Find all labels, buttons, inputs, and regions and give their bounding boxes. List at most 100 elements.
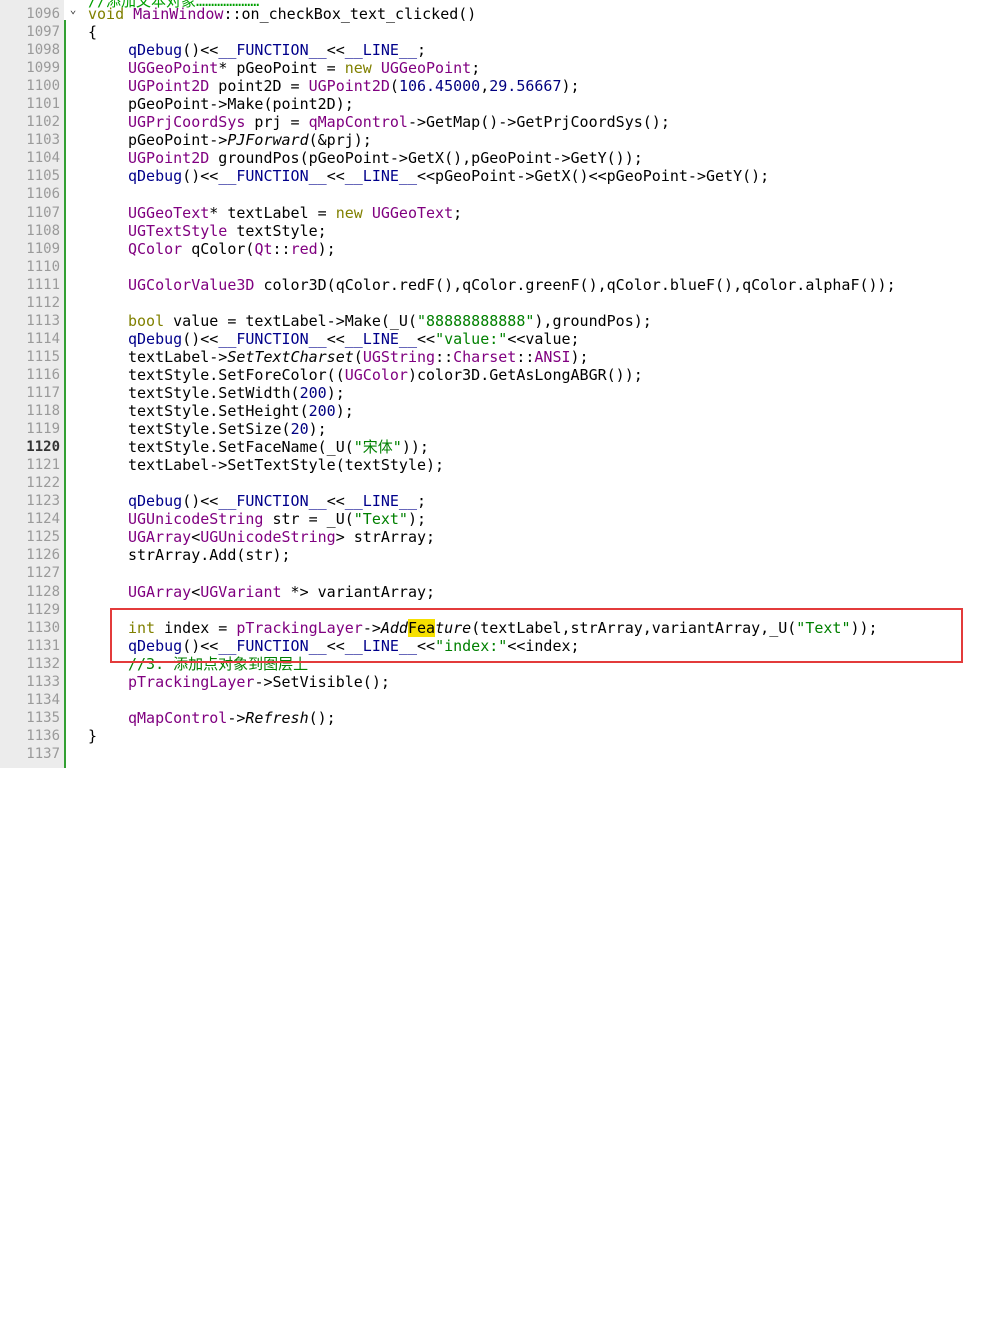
code-line[interactable]: 1098 qDebug()<<__FUNCTION__<<__LINE__; bbox=[0, 41, 1008, 59]
code-token: << bbox=[326, 492, 345, 511]
code-line[interactable]: 1134 bbox=[0, 691, 1008, 709]
code-token: textStyle.SetSize( bbox=[128, 420, 291, 439]
line-number: 1131 bbox=[26, 637, 60, 654]
code-line[interactable]: 1116 textStyle.SetForeColor((UGColor)colo… bbox=[0, 366, 1008, 384]
code-text: UGGeoText* textLabel = new UGGeoText; bbox=[88, 204, 462, 222]
code-line[interactable]: 1118 textStyle.SetHeight(200); bbox=[0, 402, 1008, 420]
code-token: str = _U( bbox=[263, 510, 354, 529]
code-text: UGPoint2D groundPos(pGeoPoint->GetX(),pG… bbox=[88, 149, 643, 167]
code-text: UGArray<UGUnicodeString> strArray; bbox=[88, 528, 435, 546]
code-token: 29.56667 bbox=[489, 77, 562, 96]
code-line[interactable]: 1115 textLabel->SetTextCharset(UGString::… bbox=[0, 348, 1008, 366]
code-token: __LINE__ bbox=[344, 492, 417, 511]
line-number: 1112 bbox=[26, 294, 60, 311]
code-token: } bbox=[88, 726, 98, 745]
code-token: value = textLabel->Make(_U( bbox=[164, 311, 417, 330]
code-line[interactable]: 1133 pTrackingLayer->SetVisible(); bbox=[0, 673, 1008, 691]
code-line[interactable]: 1106 bbox=[0, 185, 1008, 203]
code-line[interactable]: 1117 textStyle.SetWidth(200); bbox=[0, 384, 1008, 402]
code-line[interactable]: 1096 void MainWindow::on_checkBox_text_cl… bbox=[0, 5, 1008, 23]
code-text: } bbox=[88, 727, 97, 745]
code-line[interactable]: 1114 qDebug()<<__FUNCTION__<<__LINE__<<"v… bbox=[0, 330, 1008, 348]
code-token: __LINE__ bbox=[344, 167, 417, 186]
code-token: pGeoPoint-> bbox=[128, 131, 228, 150]
code-line[interactable]: 1122 bbox=[0, 474, 1008, 492]
code-token: ->SetVisible(); bbox=[254, 672, 390, 691]
code-text: strArray.Add(str); bbox=[88, 546, 291, 564]
line-number: 1108 bbox=[26, 222, 60, 239]
code-editor[interactable]: ⌄ //添加文本对象………………… 1096 void MainWindow::o… bbox=[0, 0, 1008, 768]
code-line[interactable]: 1111 UGColorValue3D color3D(qColor.redF()… bbox=[0, 276, 1008, 294]
line-number: 1133 bbox=[26, 673, 60, 690]
code-token: "宋体" bbox=[353, 438, 402, 457]
code-token: ; bbox=[417, 41, 427, 60]
code-token: point2D = bbox=[209, 77, 309, 96]
code-token: bool bbox=[128, 311, 165, 330]
code-line[interactable]: 1097 { bbox=[0, 23, 1008, 41]
empty-area bbox=[0, 768, 1008, 1326]
code-text: qMapControl->Refresh(); bbox=[88, 709, 336, 727]
code-line[interactable]: 1103 pGeoPoint->PJForward(&prj); bbox=[0, 131, 1008, 149]
code-line[interactable]: 1137 bbox=[0, 745, 1008, 763]
code-token: * textLabel = bbox=[209, 203, 336, 222]
code-line[interactable]: 1112 bbox=[0, 294, 1008, 312]
code-text: UGPrjCoordSys prj = qMapControl->GetMap(… bbox=[88, 113, 670, 131]
code-line[interactable]: 1135 qMapControl->Refresh(); bbox=[0, 709, 1008, 727]
code-token: :: bbox=[272, 239, 291, 258]
code-token: < bbox=[191, 528, 201, 547]
code-text: UGUnicodeString str = _U("Text"); bbox=[88, 510, 426, 528]
line-number: 1137 bbox=[26, 745, 60, 762]
code-token: { bbox=[88, 23, 98, 42]
code-token: ); bbox=[326, 383, 345, 402]
code-token: ; bbox=[471, 59, 481, 78]
code-text: textLabel->SetTextStyle(textStyle); bbox=[88, 456, 444, 474]
code-line[interactable]: 1121 textLabel->SetTextStyle(textStyle); bbox=[0, 456, 1008, 474]
line-number: 1134 bbox=[26, 691, 60, 708]
code-text: UGPoint2D point2D = UGPoint2D(106.45000,… bbox=[88, 77, 580, 95]
code-text: UGColorValue3D color3D(qColor.redF(),qCo… bbox=[88, 276, 896, 294]
code-line[interactable]: 1126 strArray.Add(str); bbox=[0, 546, 1008, 564]
code-token: UGGeoPoint bbox=[128, 59, 219, 78]
code-text: bool value = textLabel->Make(_U("8888888… bbox=[88, 312, 652, 330]
line-number: 1097 bbox=[26, 24, 60, 41]
code-line[interactable]: 1104 UGPoint2D groundPos(pGeoPoint->GetX(… bbox=[0, 149, 1008, 167]
code-line[interactable]: 1110 bbox=[0, 258, 1008, 276]
code-line[interactable]: 1125 UGArray<UGUnicodeString> strArray; bbox=[0, 528, 1008, 546]
code-line[interactable]: 1128 UGArray<UGVariant *> variantArray; bbox=[0, 583, 1008, 601]
code-token: ); bbox=[570, 347, 589, 366]
line-number: 1132 bbox=[26, 655, 60, 672]
code-line[interactable]: 1102 UGPrjCoordSys prj = qMapControl->Get… bbox=[0, 113, 1008, 131]
code-line[interactable]: 1123 qDebug()<<__FUNCTION__<<__LINE__; bbox=[0, 492, 1008, 510]
line-number: 1126 bbox=[26, 547, 60, 564]
code-token: UGPoint2D bbox=[128, 149, 210, 168]
code-token: qDebug bbox=[128, 329, 183, 348]
code-line[interactable]: 1124 UGUnicodeString str = _U("Text"); bbox=[0, 510, 1008, 528]
code-line[interactable]: 1099 UGGeoPoint* pGeoPoint = new UGGeoPoi… bbox=[0, 59, 1008, 77]
code-line[interactable]: 1100 UGPoint2D point2D = UGPoint2D(106.45… bbox=[0, 77, 1008, 95]
code-line[interactable]: 1119 textStyle.SetSize(20); bbox=[0, 420, 1008, 438]
code-token: << bbox=[417, 329, 436, 348]
code-line[interactable]: 1105 qDebug()<<__FUNCTION__<<__LINE__<<pG… bbox=[0, 167, 1008, 185]
code-line[interactable]: 1113 bool value = textLabel->Make(_U("888… bbox=[0, 312, 1008, 330]
line-number: 1123 bbox=[26, 493, 60, 510]
line-number: 1121 bbox=[26, 457, 60, 474]
code-line[interactable]: 1136} bbox=[0, 727, 1008, 745]
line-number: 1118 bbox=[26, 403, 60, 420]
code-token: UGPrjCoordSys bbox=[128, 113, 246, 132]
code-line[interactable]: 1120 textStyle.SetFaceName(_U("宋体")); bbox=[0, 438, 1008, 456]
code-token: )); bbox=[401, 438, 429, 457]
code-line[interactable]: 1108 UGTextStyle textStyle; bbox=[0, 222, 1008, 240]
line-number: 1103 bbox=[26, 132, 60, 149]
code-token: <<pGeoPoint->GetX()<<pGeoPoint->GetY(); bbox=[417, 167, 770, 186]
code-token: UGGeoText bbox=[371, 203, 454, 222]
code-line[interactable]: 1127 bbox=[0, 564, 1008, 582]
code-text: textStyle.SetForeColor((UGColor)color3D.… bbox=[88, 366, 643, 384]
line-number: 1100 bbox=[26, 78, 60, 95]
code-text: pGeoPoint->Make(point2D); bbox=[88, 95, 354, 113]
code-text: { bbox=[88, 23, 97, 41]
code-token: UGPoint2D bbox=[308, 77, 390, 96]
code-line[interactable]: 1107 UGGeoText* textLabel = new UGGeoText… bbox=[0, 204, 1008, 222]
code-line[interactable]: 1109 QColor qColor(Qt::red); bbox=[0, 240, 1008, 258]
code-line[interactable]: 1101 pGeoPoint->Make(point2D); bbox=[0, 95, 1008, 113]
code-text: UGTextStyle textStyle; bbox=[88, 222, 327, 240]
